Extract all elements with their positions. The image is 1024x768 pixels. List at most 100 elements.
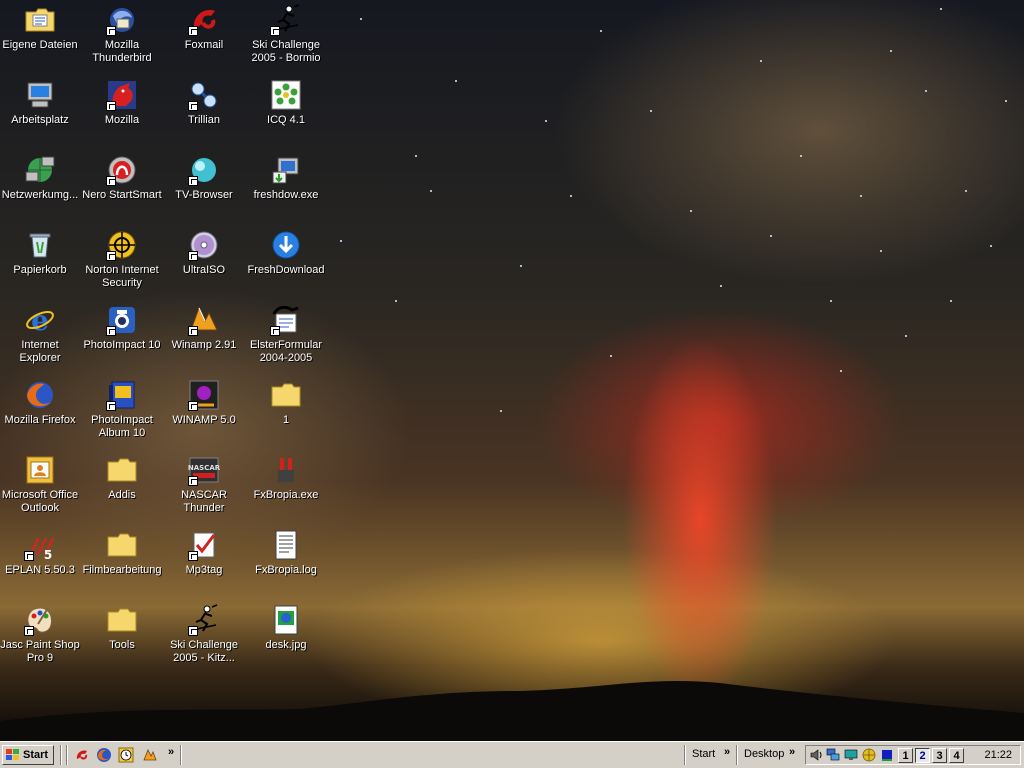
recycle-bin-icon xyxy=(24,229,56,261)
desktop-wallpaper[interactable]: Eigene Dateien Mozilla Thunderbird Foxmail… xyxy=(0,0,1024,741)
shortcut-arrow-icon xyxy=(188,176,198,186)
quicklaunch-clock-icon[interactable] xyxy=(118,747,134,763)
desktop-icon-disc[interactable]: UltraISO xyxy=(164,229,244,277)
desktop-icon-folder-documents[interactable]: Eigene Dateien xyxy=(0,4,80,52)
shortcut-arrow-icon xyxy=(188,326,198,336)
start-button[interactable]: Start xyxy=(2,745,54,765)
shortcut-arrow-icon xyxy=(106,176,116,186)
desktop-icon-label: Winamp 2.91 xyxy=(171,339,237,351)
desktop-icon-album[interactable]: PhotoImpact Album 10 xyxy=(82,379,162,440)
desktop-icon-outlook[interactable]: Microsoft Office Outlook xyxy=(0,454,80,515)
palette-icon xyxy=(24,604,56,636)
desktop-icon-label: Eigene Dateien xyxy=(2,39,78,51)
desktop-icon-nascar[interactable]: NASCAR NASCAR Thunder xyxy=(164,454,244,515)
desktop-icon-norton[interactable]: Norton Internet Security xyxy=(82,229,162,290)
shortcut-arrow-icon xyxy=(188,251,198,261)
star xyxy=(720,285,722,287)
image-file-icon xyxy=(270,604,302,636)
desktop-icon-camera[interactable]: PhotoImpact 10 xyxy=(82,304,162,352)
desktop-icon-winamp[interactable]: Winamp 2.91 xyxy=(164,304,244,352)
star xyxy=(840,370,842,372)
virtual-desktop-3[interactable]: 3 xyxy=(932,748,947,763)
folder-icon xyxy=(106,604,138,636)
star xyxy=(965,190,967,192)
eplan-icon: ///5 xyxy=(24,529,56,561)
display-icon[interactable] xyxy=(880,748,894,762)
virtual-desktop-1[interactable]: 1 xyxy=(898,748,913,763)
desktop-icon-recycle-bin[interactable]: Papierkorb xyxy=(0,229,80,277)
star xyxy=(650,110,652,112)
network-icon[interactable] xyxy=(826,748,840,762)
desktop-icon-nero[interactable]: Nero StartSmart xyxy=(82,154,162,202)
desktop-icon-installer[interactable]: freshdow.exe xyxy=(246,154,326,202)
desktop-icon-label: Mozilla Firefox xyxy=(4,414,76,426)
quicklaunch-foxmail-icon[interactable] xyxy=(74,747,90,763)
toolbar-desktop-label[interactable]: Desktop xyxy=(744,748,784,760)
norton-icon xyxy=(106,229,138,261)
desktop-icon-palette[interactable]: Jasc Paint Shop Pro 9 xyxy=(0,604,80,665)
desktop-icon-thunderbird[interactable]: Mozilla Thunderbird xyxy=(82,4,162,65)
desktop-icon-folder[interactable]: Addis xyxy=(82,454,162,502)
desktop-icon-label: Trillian xyxy=(188,114,220,126)
toolbar-start-chevron[interactable]: » xyxy=(724,746,730,758)
desktop-icon-label: Mozilla xyxy=(104,114,140,126)
quicklaunch-winamp-icon[interactable] xyxy=(142,747,158,763)
desktop-icon-tv-browser[interactable]: TV-Browser xyxy=(164,154,244,202)
shortcut-arrow-icon xyxy=(188,476,198,486)
desktop-icon-folder[interactable]: Tools xyxy=(82,604,162,652)
desktop-icon-exe[interactable]: FxBropia.exe xyxy=(246,454,326,502)
star xyxy=(545,120,547,122)
desktop-icon-foxmail[interactable]: Foxmail xyxy=(164,4,244,52)
desktop-icon-mozilla[interactable]: Mozilla xyxy=(82,79,162,127)
virtual-desktop-4[interactable]: 4 xyxy=(949,748,964,763)
star xyxy=(860,195,862,197)
network-icon xyxy=(24,154,56,186)
svg-text:NASCAR: NASCAR xyxy=(188,464,220,472)
desktop-icon-skier[interactable]: Ski Challenge 2005 - Kitz... xyxy=(164,604,244,665)
desktop-icon-label: NASCAR Thunder xyxy=(181,489,227,514)
desktop-icon-ie[interactable]: e Internet Explorer xyxy=(0,304,80,365)
desktop-icon-label: Tools xyxy=(109,639,135,651)
desktop-icon-label: Internet Explorer xyxy=(19,339,61,364)
svg-text:e: e xyxy=(31,304,49,336)
shortcut-arrow-icon xyxy=(188,101,198,111)
desktop-icon-firefox[interactable]: Mozilla Firefox xyxy=(0,379,80,427)
desktop-icon-mp3tag[interactable]: Mp3tag xyxy=(164,529,244,577)
desktop-icon-winamp5[interactable]: WINAMP 5.0 xyxy=(164,379,244,427)
desktop-icon-label: EPLAN 5.50.3 xyxy=(5,564,75,576)
trillian-icon xyxy=(188,79,220,111)
star xyxy=(395,300,397,302)
desktop-icon-skier[interactable]: Ski Challenge 2005 - Bormio xyxy=(246,4,326,65)
desktop-icon-folder[interactable]: Filmbearbeitung xyxy=(82,529,162,577)
desktop-icon-computer[interactable]: Arbeitsplatz xyxy=(0,79,80,127)
quicklaunch-firefox-icon[interactable] xyxy=(96,747,112,763)
speaker-icon[interactable] xyxy=(809,748,823,762)
desktop-icon-elster[interactable]: ElsterFormular 2004-2005 xyxy=(246,304,326,365)
desktop-icon-label: PhotoImpact Album 10 xyxy=(91,414,153,439)
globe-icon[interactable] xyxy=(862,748,876,762)
desktop-icon-network[interactable]: Netzwerkumg... xyxy=(0,154,80,202)
desktop-icon-eplan[interactable]: ///5 EPLAN 5.50.3 xyxy=(0,529,80,577)
skier-icon xyxy=(270,4,302,36)
desktop-icon-icq[interactable]: ICQ 4.1 xyxy=(246,79,326,127)
svg-text:5: 5 xyxy=(44,548,52,561)
star xyxy=(570,195,572,197)
star xyxy=(925,90,927,92)
desktop-icon-label: Norton Internet Security xyxy=(85,264,159,289)
desktop-icon-folder[interactable]: 1 xyxy=(246,379,326,427)
toolbar-desktop-chevron[interactable]: » xyxy=(789,746,795,758)
star xyxy=(690,210,692,212)
desktop-icon-image-file[interactable]: desk.jpg xyxy=(246,604,326,652)
quicklaunch-chevron[interactable]: » xyxy=(168,746,174,758)
shortcut-arrow-icon xyxy=(188,551,198,561)
desktop-icon-trillian[interactable]: Trillian xyxy=(164,79,244,127)
desktop-icon-download[interactable]: FreshDownload xyxy=(246,229,326,277)
star xyxy=(1005,100,1007,102)
toolbar-start-label[interactable]: Start xyxy=(692,748,715,760)
tv-browser-icon xyxy=(188,154,220,186)
taskbar-clock[interactable]: 21:22 xyxy=(984,749,1012,761)
desktop-icon-text-file[interactable]: FxBropia.log xyxy=(246,529,326,577)
virtual-desktop-2[interactable]: 2 xyxy=(915,748,930,763)
monitor-icon[interactable] xyxy=(844,748,858,762)
nascar-icon: NASCAR xyxy=(188,454,220,486)
